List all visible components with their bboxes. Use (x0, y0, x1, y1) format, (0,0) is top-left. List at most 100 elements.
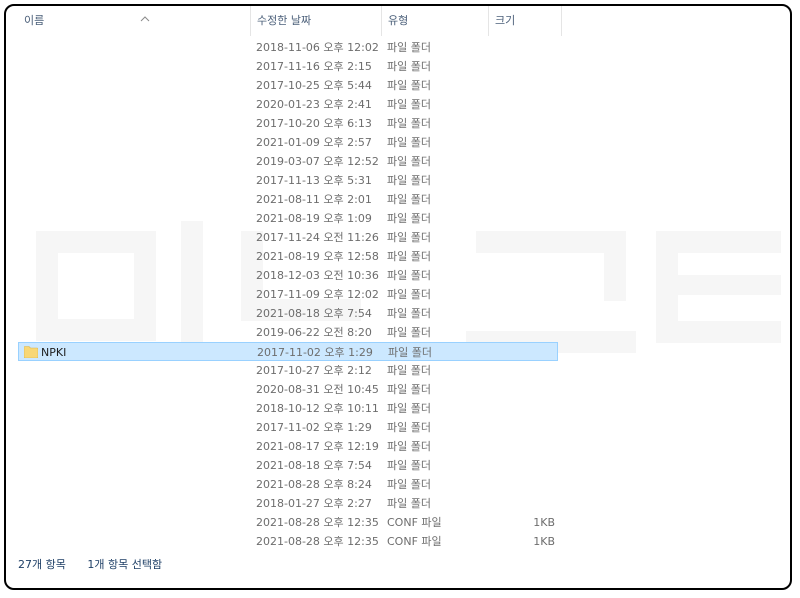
file-date-modified: 2021-08-18 오후 7:54 (256, 307, 372, 320)
file-row[interactable]: 2017-10-25 오후 5:44 파일 폴더 (18, 76, 558, 95)
file-type: 파일 폴더 (387, 60, 431, 73)
file-type: 파일 폴더 (387, 288, 431, 301)
file-size (493, 475, 555, 494)
file-row[interactable]: 2017-10-20 오후 6:13 파일 폴더 (18, 114, 558, 133)
file-size: 1KB (533, 516, 555, 529)
file-row[interactable]: 2021-01-09 오후 2:57 파일 폴더 (18, 133, 558, 152)
file-row[interactable]: 2019-06-22 오전 8:20 파일 폴더 (18, 323, 558, 342)
status-selection-count: 1개 항목 선택함 (87, 558, 163, 571)
file-size (493, 228, 555, 247)
file-date-modified: 2017-11-09 오후 12:02 (256, 288, 379, 301)
file-row[interactable]: 2017-10-27 오후 2:12 파일 폴더 (18, 361, 558, 380)
file-size (493, 133, 555, 152)
column-header-type[interactable]: 유형 (382, 6, 489, 36)
file-date-modified: 2021-08-11 오후 2:01 (256, 193, 372, 206)
file-type: 파일 폴더 (387, 79, 431, 92)
file-type: 파일 폴더 (387, 136, 431, 149)
file-type: 파일 폴더 (387, 383, 431, 396)
column-header-size-label: 크기 (495, 14, 516, 27)
file-row[interactable]: 2021-08-28 오후 12:35 CONF 파일 1KB (18, 532, 558, 551)
file-date-modified: 2021-08-17 오후 12:19 (256, 440, 379, 453)
file-row[interactable]: 2019-03-07 오후 12:52 파일 폴더 (18, 152, 558, 171)
explorer-window: 이름 수정한 날짜 유형 크기 2018-11-06 오후 12:02 파일 폴더… (4, 4, 792, 590)
file-date-modified: 2017-11-13 오후 5:31 (256, 174, 372, 187)
column-header-name-label: 이름 (24, 14, 45, 27)
file-row[interactable]: 2017-11-24 오전 11:26 파일 폴더 (18, 228, 558, 247)
file-type: 파일 폴더 (387, 193, 431, 206)
file-date-modified: 2017-11-02 오후 1:29 (257, 346, 373, 359)
file-type: 파일 폴더 (387, 174, 431, 187)
file-size (493, 361, 555, 380)
file-size (494, 343, 556, 362)
file-type: 파일 폴더 (387, 231, 431, 244)
file-size (493, 266, 555, 285)
file-size (493, 95, 555, 114)
file-row[interactable]: 2018-10-12 오후 10:11 파일 폴더 (18, 399, 558, 418)
column-header-size[interactable]: 크기 (489, 6, 562, 36)
folder-icon (23, 346, 39, 359)
file-date-modified: 2021-08-19 오후 1:09 (256, 212, 372, 225)
file-type: 파일 폴더 (387, 326, 431, 339)
file-row[interactable]: 2021-08-18 오후 7:54 파일 폴더 (18, 456, 558, 475)
file-type: 파일 폴더 (387, 421, 431, 434)
column-header-date[interactable]: 수정한 날짜 (251, 6, 382, 36)
file-size (493, 38, 555, 57)
file-row[interactable]: 2021-08-11 오후 2:01 파일 폴더 (18, 190, 558, 209)
column-header-name[interactable]: 이름 (18, 6, 251, 36)
file-date-modified: 2017-10-25 오후 5:44 (256, 79, 372, 92)
file-row[interactable]: 2017-11-09 오후 12:02 파일 폴더 (18, 285, 558, 304)
file-row[interactable]: NPKI 2017-11-02 오후 1:29 파일 폴더 (18, 342, 558, 361)
file-size (493, 304, 555, 323)
file-date-modified: 2021-08-28 오후 12:35 (256, 535, 379, 548)
file-row[interactable]: 2017-11-13 오후 5:31 파일 폴더 (18, 171, 558, 190)
file-type: 파일 폴더 (387, 440, 431, 453)
file-size (493, 494, 555, 513)
file-row[interactable]: 2021-08-18 오후 7:54 파일 폴더 (18, 304, 558, 323)
column-header-date-label: 수정한 날짜 (257, 14, 312, 27)
file-date-modified: 2017-11-02 오후 1:29 (256, 421, 372, 434)
file-date-modified: 2021-08-19 오후 12:58 (256, 250, 379, 263)
file-type: 파일 폴더 (387, 478, 431, 491)
file-row[interactable]: 2021-08-28 오후 8:24 파일 폴더 (18, 475, 558, 494)
file-type: 파일 폴더 (387, 497, 431, 510)
file-row[interactable]: 2020-01-23 오후 2:41 파일 폴더 (18, 95, 558, 114)
status-item-count: 27개 항목 (18, 558, 66, 571)
file-type: 파일 폴더 (387, 117, 431, 130)
file-row[interactable]: 2018-11-06 오후 12:02 파일 폴더 (18, 38, 558, 57)
file-size (493, 285, 555, 304)
file-date-modified: 2021-01-09 오후 2:57 (256, 136, 372, 149)
file-date-modified: 2021-08-18 오후 7:54 (256, 459, 372, 472)
file-size (493, 114, 555, 133)
file-size (493, 152, 555, 171)
file-type: 파일 폴더 (387, 307, 431, 320)
file-date-modified: 2018-12-03 오전 10:36 (256, 269, 379, 282)
file-date-modified: 2021-08-28 오후 12:35 (256, 516, 379, 529)
file-date-modified: 2017-11-16 오후 2:15 (256, 60, 372, 73)
file-date-modified: 2017-11-24 오전 11:26 (256, 231, 379, 244)
file-row[interactable]: 2020-08-31 오전 10:45 파일 폴더 (18, 380, 558, 399)
file-date-modified: 2021-08-28 오후 8:24 (256, 478, 372, 491)
file-date-modified: 2020-08-31 오전 10:45 (256, 383, 379, 396)
file-row[interactable]: 2021-08-17 오후 12:19 파일 폴더 (18, 437, 558, 456)
file-type: 파일 폴더 (387, 212, 431, 225)
file-size (493, 323, 555, 342)
file-row[interactable]: 2018-01-27 오후 2:27 파일 폴더 (18, 494, 558, 513)
column-header-type-label: 유형 (388, 14, 409, 27)
file-size (493, 57, 555, 76)
file-row[interactable]: 2021-08-19 오후 12:58 파일 폴더 (18, 247, 558, 266)
file-type: 파일 폴더 (387, 402, 431, 415)
file-type: CONF 파일 (387, 535, 442, 548)
status-bar: 27개 항목 1개 항목 선택함 (18, 556, 180, 574)
file-size (493, 399, 555, 418)
file-size: 1KB (533, 535, 555, 548)
file-row[interactable]: 2021-08-19 오후 1:09 파일 폴더 (18, 209, 558, 228)
file-row[interactable]: 2017-11-16 오후 2:15 파일 폴더 (18, 57, 558, 76)
file-row[interactable]: 2018-12-03 오전 10:36 파일 폴더 (18, 266, 558, 285)
file-date-modified: 2018-01-27 오후 2:27 (256, 497, 372, 510)
file-date-modified: 2019-06-22 오전 8:20 (256, 326, 372, 339)
file-row[interactable]: 2017-11-02 오후 1:29 파일 폴더 (18, 418, 558, 437)
file-row[interactable]: 2021-08-28 오후 12:35 CONF 파일 1KB (18, 513, 558, 532)
file-size (493, 437, 555, 456)
file-date-modified: 2019-03-07 오후 12:52 (256, 155, 379, 168)
file-date-modified: 2017-10-27 오후 2:12 (256, 364, 372, 377)
